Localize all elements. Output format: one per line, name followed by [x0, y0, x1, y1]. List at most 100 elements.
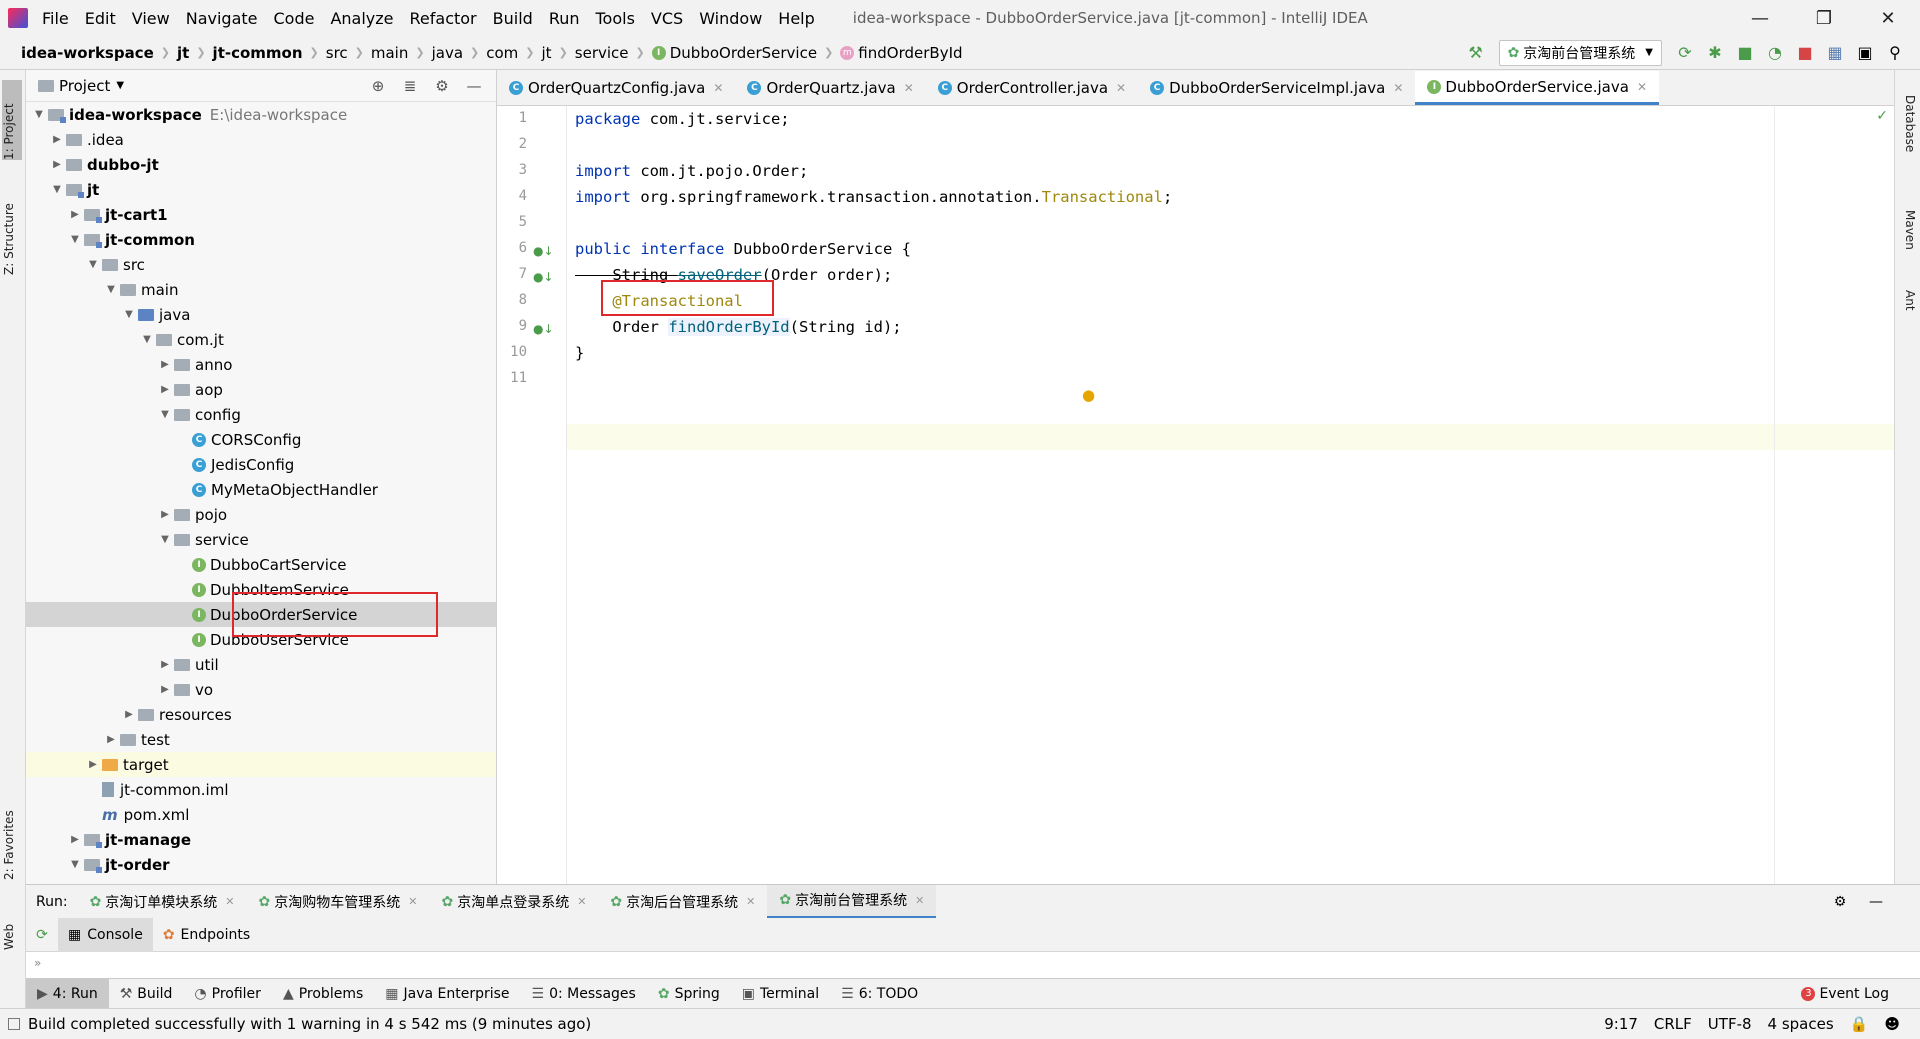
rerun-icon[interactable]: ⟳	[26, 927, 58, 943]
editor-tab[interactable]: C OrderQuartzConfig.java ✕	[497, 71, 735, 105]
indent-setting[interactable]: 4 spaces	[1760, 1015, 1842, 1033]
crumb-find-order-by-id[interactable]: m findOrderById	[833, 44, 969, 62]
menu-refactor[interactable]: Refactor	[402, 9, 485, 28]
crumb-jt[interactable]: jt	[170, 44, 196, 62]
close-tab-icon[interactable]: ✕	[1116, 81, 1126, 95]
menu-view[interactable]: View	[124, 9, 178, 28]
console-tab[interactable]: ▦ Console	[58, 917, 153, 952]
tree-node[interactable]: ▼ main	[26, 277, 496, 302]
implemented-marker-icon[interactable]: ●↓	[533, 270, 554, 284]
crumb-dubbo-order-service[interactable]: I DubboOrderService	[645, 44, 824, 62]
status-message[interactable]: Build completed successfully with 1 warn…	[20, 1015, 1596, 1033]
build-hammer-icon[interactable]: ⚒	[1461, 43, 1491, 62]
editor-tab[interactable]: C OrderQuartz.java ✕	[735, 71, 925, 105]
menu-run[interactable]: Run	[541, 9, 588, 28]
ant-tool-tab[interactable]: Ant	[1903, 290, 1917, 311]
menu-edit[interactable]: Edit	[77, 9, 124, 28]
line-gutter[interactable]: 1 2 3 4 5 6 7 8 9 10 11 ●↓ ●↓ ●↓	[497, 106, 567, 884]
tree-node[interactable]: I DubboItemService	[26, 577, 496, 602]
project-view-selector[interactable]: Project	[59, 77, 110, 95]
close-tab-icon[interactable]: ✕	[1393, 81, 1403, 95]
tree-node[interactable]: m pom.xml	[26, 802, 496, 827]
rerun-icon[interactable]: ⟳	[1670, 43, 1700, 62]
tool-terminal[interactable]: ▣ Terminal	[731, 979, 830, 1009]
tree-node[interactable]: ▶ resources	[26, 702, 496, 727]
menu-help[interactable]: Help	[770, 9, 822, 28]
tree-node[interactable]: ▶ dubbo-jt	[26, 152, 496, 177]
chevron-down-icon[interactable]: ▼	[116, 80, 124, 91]
menu-build[interactable]: Build	[485, 9, 541, 28]
close-window-icon[interactable]: ✕	[1856, 8, 1920, 29]
run-tab[interactable]: ✿ 京淘单点登录系统 ✕	[429, 885, 598, 919]
run-tab[interactable]: ✿ 京淘购物车管理系统 ✕	[247, 885, 430, 919]
file-encoding[interactable]: UTF-8	[1700, 1015, 1760, 1033]
restore-icon[interactable]: ❐	[1792, 8, 1856, 29]
tree-node[interactable]: ▶ aop	[26, 377, 496, 402]
locate-file-icon[interactable]: ⊕	[362, 77, 394, 95]
close-tab-icon[interactable]: ✕	[746, 895, 755, 908]
tree-node[interactable]: ▶ anno	[26, 352, 496, 377]
tree-node[interactable]: C MyMetaObjectHandler	[26, 477, 496, 502]
tool-spring[interactable]: ✿ Spring	[647, 979, 731, 1009]
gear-icon[interactable]: ⚙	[1822, 894, 1858, 910]
implemented-marker-icon[interactable]: ●↓	[533, 322, 554, 336]
close-tab-icon[interactable]: ✕	[904, 81, 914, 95]
crumb-main[interactable]: main	[364, 44, 415, 62]
tree-node[interactable]: ▼ config	[26, 402, 496, 427]
lock-icon[interactable]: 🔒	[1842, 1015, 1877, 1033]
tree-node-selected[interactable]: I DubboOrderService	[26, 602, 496, 627]
tree-node[interactable]: ▶ util	[26, 652, 496, 677]
console-output[interactable]: »	[26, 952, 1920, 978]
run-tab[interactable]: ✿ 京淘订单模块系统 ✕	[78, 885, 247, 919]
tree-node[interactable]: ▼ jt	[26, 177, 496, 202]
hide-panel-icon[interactable]: —	[1858, 894, 1894, 910]
close-tab-icon[interactable]: ✕	[915, 894, 924, 907]
gear-icon[interactable]: ⚙	[426, 77, 458, 95]
expand-icon[interactable]: »	[34, 956, 41, 970]
layout-icon[interactable]: ▣	[1850, 43, 1880, 62]
tool-java-enterprise[interactable]: ▦ Java Enterprise	[374, 979, 520, 1009]
menu-window[interactable]: Window	[691, 9, 770, 28]
tool-profiler[interactable]: ◔ Profiler	[183, 979, 272, 1009]
tree-node[interactable]: ▶ jt-cart1	[26, 202, 496, 227]
crumb-com[interactable]: com	[479, 44, 525, 62]
tree-node[interactable]: ▼ src	[26, 252, 496, 277]
database-tool-tab[interactable]: Database	[1903, 95, 1917, 152]
tool-todo[interactable]: ☰ 6: TODO	[830, 979, 929, 1009]
crumb-workspace[interactable]: idea-workspace	[14, 44, 161, 62]
tree-node[interactable]: ▼ jt-common	[26, 227, 496, 252]
coverage-icon[interactable]: ■	[1730, 43, 1760, 62]
menu-vcs[interactable]: VCS	[643, 9, 691, 28]
tree-node[interactable]: ▼ service	[26, 527, 496, 552]
project-structure-icon[interactable]: ▦	[1820, 43, 1850, 62]
debug-bug-icon[interactable]: ✱	[1700, 43, 1730, 62]
run-config-selector[interactable]: ✿ 京淘前台管理系统 ▼	[1498, 39, 1662, 66]
event-log-button[interactable]: 3 Event Log	[1790, 979, 1900, 1009]
crumb-src[interactable]: src	[319, 44, 355, 62]
tree-node[interactable]: C JedisConfig	[26, 452, 496, 477]
web-tool-tab[interactable]: Web	[2, 910, 16, 950]
run-tab-active[interactable]: ✿ 京淘前台管理系统 ✕	[767, 884, 937, 919]
maven-tool-tab[interactable]: Maven	[1903, 210, 1917, 250]
editor-tab-active[interactable]: I DubboOrderService.java ✕	[1415, 71, 1660, 105]
tree-node[interactable]: I DubboUserService	[26, 627, 496, 652]
tree-node[interactable]: ▶ vo	[26, 677, 496, 702]
inspection-ok-icon[interactable]: ✓	[1876, 108, 1888, 124]
tool-messages[interactable]: ☰ 0: Messages	[521, 979, 647, 1009]
structure-tool-tab[interactable]: Z: Structure	[2, 185, 16, 275]
hide-panel-icon[interactable]: —	[458, 77, 490, 95]
crumb-service[interactable]: service	[568, 44, 636, 62]
tree-node[interactable]: ▶ .idea	[26, 127, 496, 152]
implemented-marker-icon[interactable]: ●↓	[533, 244, 554, 258]
crumb-jt-pkg[interactable]: jt	[535, 44, 559, 62]
tree-node[interactable]: ▼ idea-workspace E:\idea-workspace	[26, 102, 496, 127]
crumb-jt-common[interactable]: jt-common	[206, 44, 310, 62]
tool-build[interactable]: ⚒ Build	[109, 979, 184, 1009]
menu-navigate[interactable]: Navigate	[178, 9, 266, 28]
tree-node[interactable]: jt-common.iml	[26, 777, 496, 802]
close-tab-icon[interactable]: ✕	[408, 895, 417, 908]
tree-node[interactable]: ▶ jt-manage	[26, 827, 496, 852]
editor-tab[interactable]: C OrderController.java ✕	[926, 71, 1138, 105]
project-tool-tab[interactable]: 1: Project	[2, 80, 22, 160]
run-tab[interactable]: ✿ 京淘后台管理系统 ✕	[598, 885, 767, 919]
